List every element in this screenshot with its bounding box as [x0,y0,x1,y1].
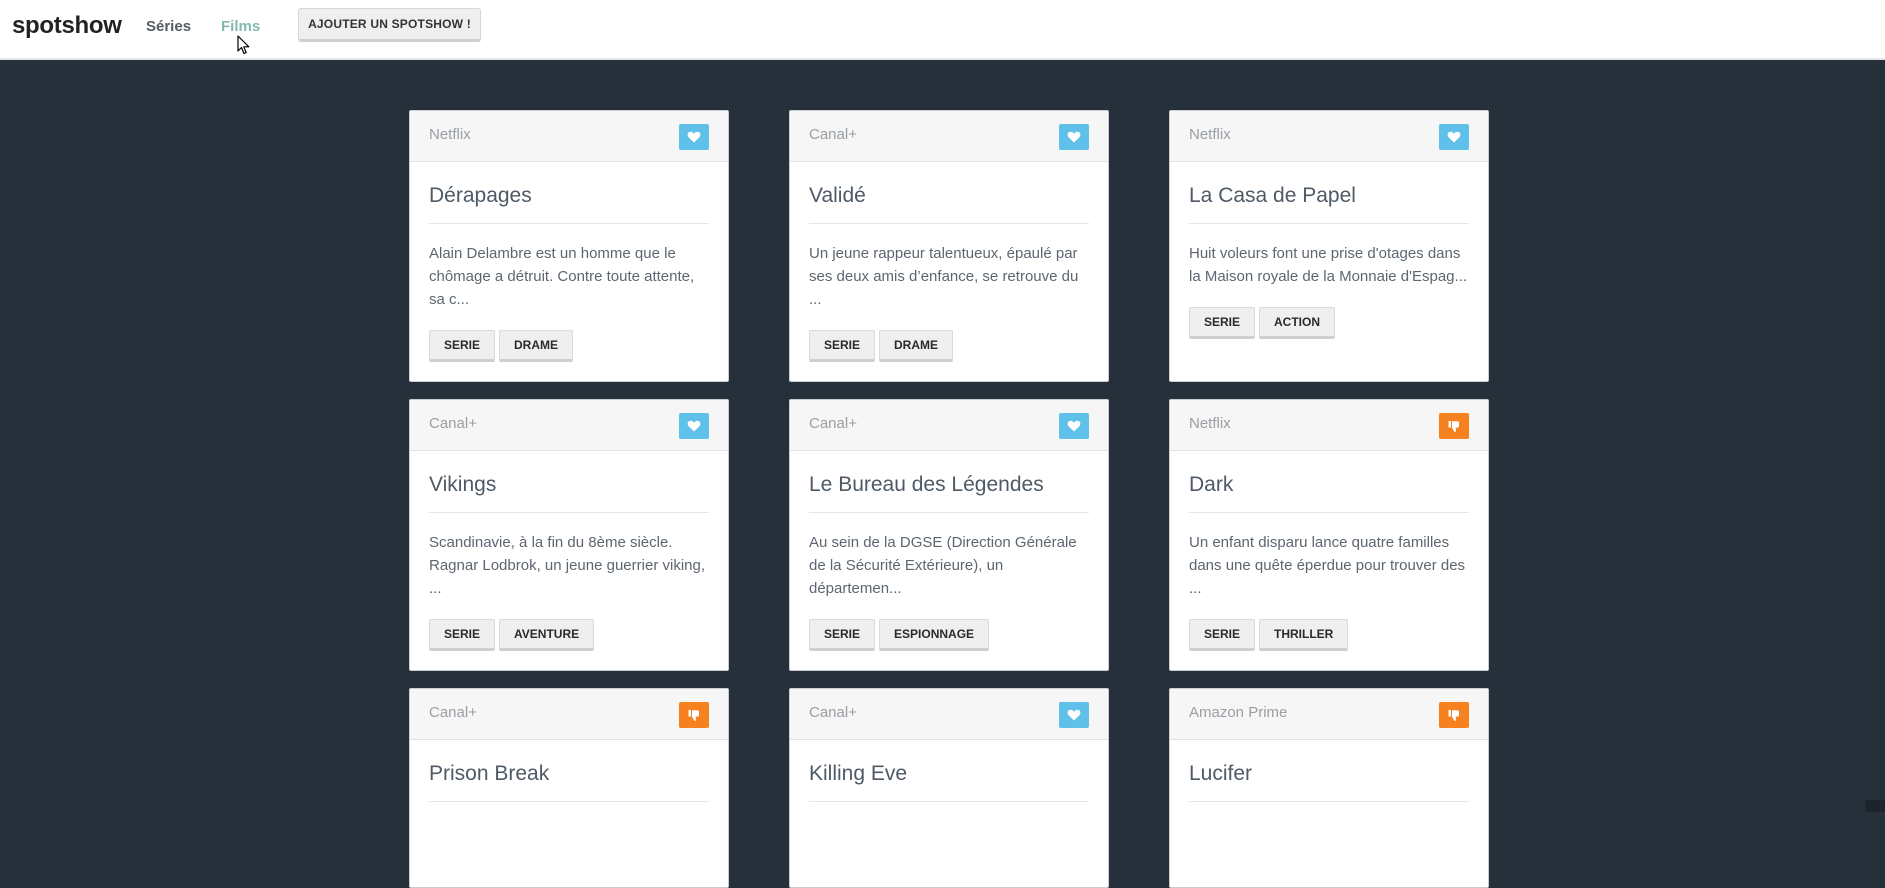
brand-logo[interactable]: spotshow [12,12,122,40]
card-header: Canal+ [410,689,728,740]
spotshow-card[interactable]: Netflix La Casa de Papel Huit voleurs fo… [1169,110,1489,382]
card-header: Canal+ [790,111,1108,162]
provider-label: Canal+ [809,415,857,432]
nav-link-films[interactable]: Films [221,18,260,35]
card-description: Scandinavie, à la fin du 8ème siècle. Ra… [429,534,705,597]
tag-list: SERIE DRAME [809,330,1089,386]
card-body: Vikings Scandinavie, à la fin du 8ème si… [410,451,728,675]
card-header: Canal+ [790,689,1108,740]
heart-icon [687,131,701,143]
card-body: Validé Un jeune rappeur talentueux, épau… [790,162,1108,386]
card-body: Lucifer [1170,740,1488,802]
card-header: Canal+ [790,400,1108,451]
spotshow-card[interactable]: Canal+ Killing Eve [789,688,1109,888]
card-title[interactable]: Prison Break [429,740,709,802]
nav-link-series[interactable]: Séries [146,18,191,35]
card-title[interactable]: Killing Eve [809,740,1089,802]
top-navbar: spotshow Séries Films AJOUTER UN SPOTSHO… [0,0,1885,60]
tag-button[interactable]: AVENTURE [499,619,595,651]
dislike-button[interactable] [1439,413,1469,439]
provider-label: Netflix [1189,126,1231,143]
thumbs-down-icon [688,709,700,722]
tag-button[interactable]: SERIE [1189,619,1256,651]
heart-icon [1067,131,1081,143]
spotshow-card[interactable]: Canal+ Vikings Scandinavie, à la fin du … [409,399,729,671]
card-body: Dark Un enfant disparu lance quatre fami… [1170,451,1488,675]
favorite-button[interactable] [1059,124,1089,150]
tag-list: SERIE ACTION [1189,307,1469,363]
card-title[interactable]: Le Bureau des Légendes [809,451,1089,513]
tag-list: SERIE ESPIONNAGE [809,619,1089,675]
favorite-button[interactable] [679,413,709,439]
mouse-cursor-icon [237,35,250,55]
card-title[interactable]: Dérapages [429,162,709,224]
heart-icon [687,420,701,432]
tag-list: SERIE THRILLER [1189,619,1469,675]
dislike-button[interactable] [1439,702,1469,728]
provider-label: Netflix [1189,415,1231,432]
card-description: Huit voleurs font une prise d'otages dan… [1189,245,1468,285]
tag-list: SERIE AVENTURE [429,619,709,675]
card-title[interactable]: Vikings [429,451,709,513]
tag-list: SERIE DRAME [429,330,709,386]
tag-button[interactable]: DRAME [879,330,954,362]
provider-label: Canal+ [429,415,477,432]
provider-label: Netflix [429,126,471,143]
provider-label: Canal+ [809,126,857,143]
provider-label: Canal+ [429,704,477,721]
heart-icon [1067,709,1081,721]
tag-button[interactable]: SERIE [429,330,496,362]
spotshow-card[interactable]: Netflix Dark Un enfant disparu lance qua… [1169,399,1489,671]
card-title[interactable]: Lucifer [1189,740,1469,802]
card-title[interactable]: La Casa de Papel [1189,162,1469,224]
card-body: Prison Break [410,740,728,802]
favorite-button[interactable] [1059,702,1089,728]
tag-button[interactable]: DRAME [499,330,574,362]
card-header: Netflix [410,111,728,162]
card-header: Canal+ [410,400,728,451]
tag-button[interactable]: ACTION [1259,307,1336,339]
tag-button[interactable]: SERIE [429,619,496,651]
spotshow-card[interactable]: Canal+ Le Bureau des Légendes Au sein de… [789,399,1109,671]
spotshow-card[interactable]: Amazon Prime Lucifer [1169,688,1489,888]
scrollbar-thumb[interactable] [1865,800,1885,812]
card-title[interactable]: Validé [809,162,1089,224]
tag-button[interactable]: SERIE [809,330,876,362]
thumbs-down-icon [1448,420,1460,433]
card-header: Netflix [1170,111,1488,162]
card-description: Au sein de la DGSE (Direction Générale d… [809,534,1077,597]
favorite-button[interactable] [1439,124,1469,150]
provider-label: Canal+ [809,704,857,721]
tag-button[interactable]: THRILLER [1259,619,1349,651]
card-body: Dérapages Alain Delambre est un homme qu… [410,162,728,386]
spotshow-card[interactable]: Canal+ Validé Un jeune rappeur talentueu… [789,110,1109,382]
thumbs-down-icon [1448,709,1460,722]
heart-icon [1447,131,1461,143]
card-body: Killing Eve [790,740,1108,802]
card-header: Amazon Prime [1170,689,1488,740]
spotshow-card[interactable]: Netflix Dérapages Alain Delambre est un … [409,110,729,382]
card-description: Un enfant disparu lance quatre familles … [1189,534,1466,597]
tag-button[interactable]: SERIE [809,619,876,651]
favorite-button[interactable] [1059,413,1089,439]
dislike-button[interactable] [679,702,709,728]
card-description: Un jeune rappeur talentueux, épaulé par … [809,245,1079,308]
provider-label: Amazon Prime [1189,704,1288,721]
tag-button[interactable]: SERIE [1189,307,1256,339]
card-title[interactable]: Dark [1189,451,1469,513]
favorite-button[interactable] [679,124,709,150]
card-body: Le Bureau des Légendes Au sein de la DGS… [790,451,1108,675]
card-description: Alain Delambre est un homme que le chôma… [429,245,695,308]
add-spotshow-button[interactable]: AJOUTER UN SPOTSHOW ! [298,8,481,42]
spotshow-card[interactable]: Canal+ Prison Break [409,688,729,888]
heart-icon [1067,420,1081,432]
tag-button[interactable]: ESPIONNAGE [879,619,990,651]
card-body: La Casa de Papel Huit voleurs font une p… [1170,162,1488,363]
card-header: Netflix [1170,400,1488,451]
